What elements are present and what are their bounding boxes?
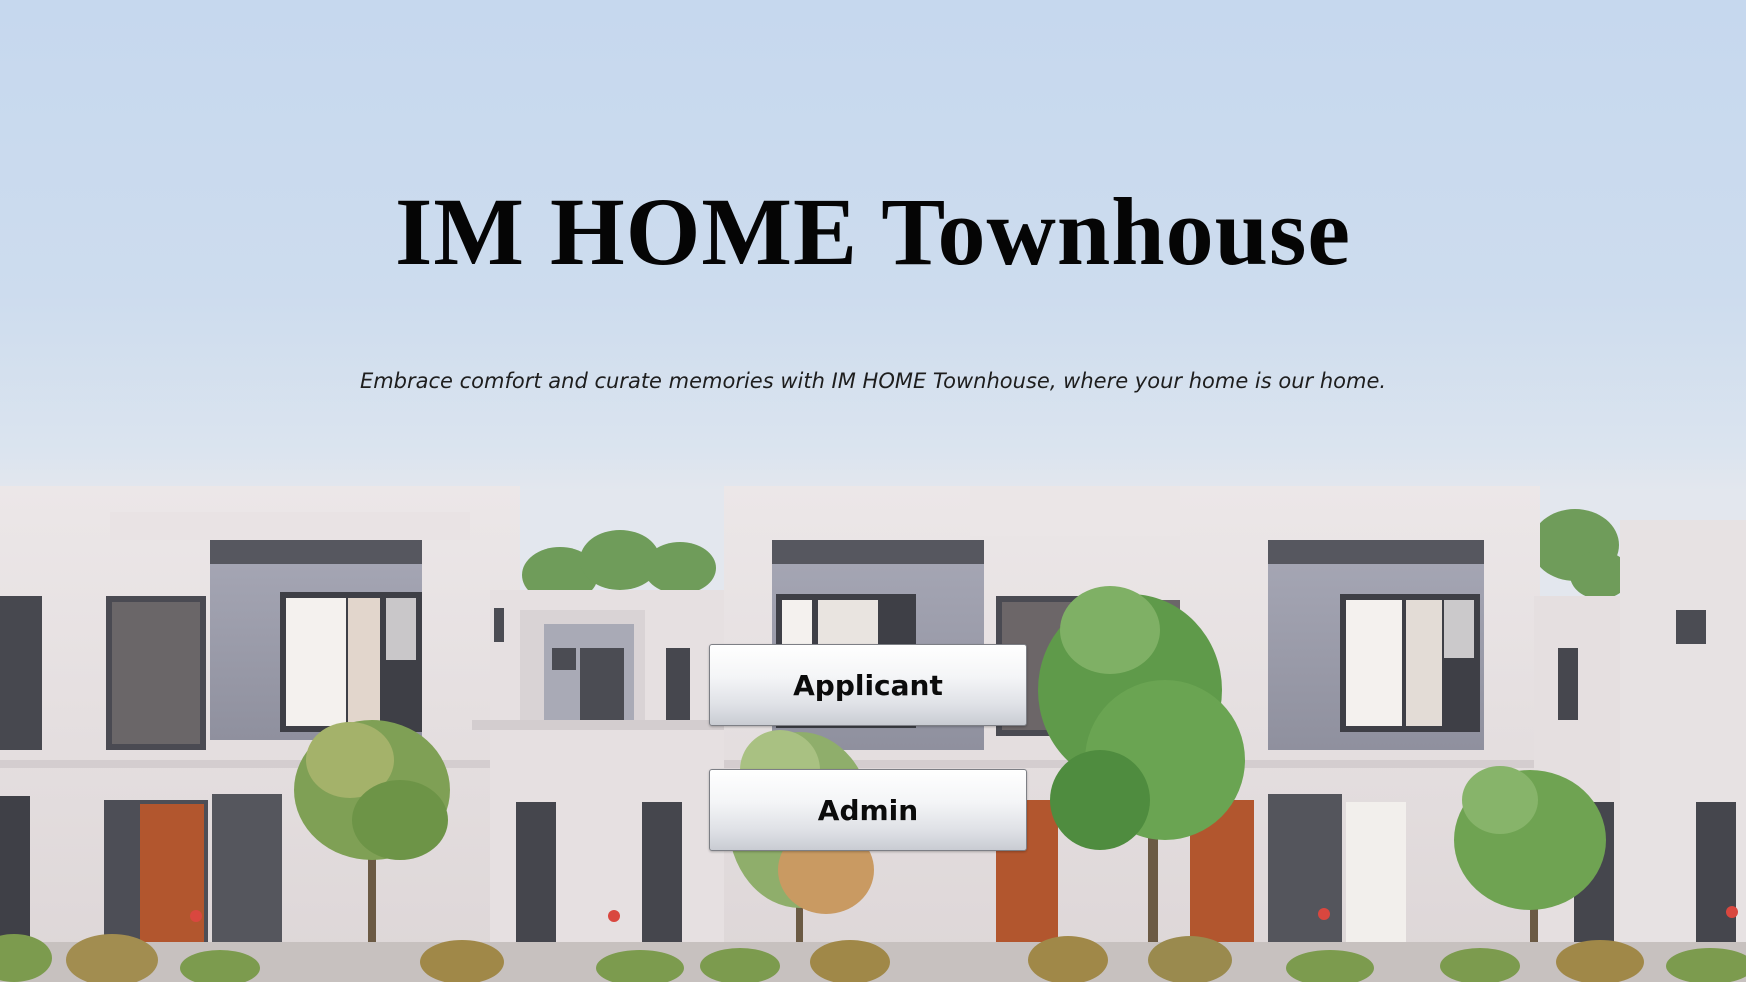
page-title: IM HOME Townhouse (395, 178, 1351, 285)
admin-button[interactable]: Admin (709, 769, 1027, 851)
page-tagline: Embrace comfort and curate memories with… (359, 369, 1387, 393)
applicant-button[interactable]: Applicant (709, 644, 1027, 726)
landing-screen: IM HOME Townhouse Embrace comfort and cu… (0, 0, 1746, 982)
